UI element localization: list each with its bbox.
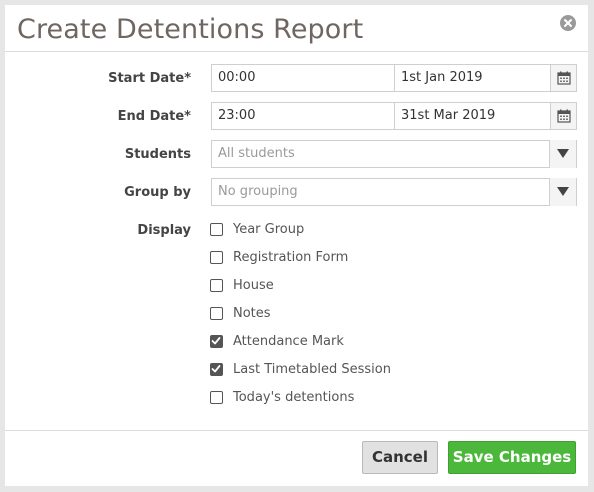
display-option-label: House [233, 278, 274, 293]
end-date-input[interactable]: 31st Mar 2019 [394, 102, 551, 130]
group-by-label: Group by [124, 185, 191, 200]
end-time-input[interactable]: 23:00 [211, 102, 395, 130]
checkmark-icon [211, 337, 221, 345]
checkmark-icon [211, 365, 221, 373]
students-label: Students [124, 147, 191, 162]
start-date-input[interactable]: 1st Jan 2019 [394, 64, 551, 92]
start-date-label: Start Date* [108, 71, 191, 86]
display-option-label: Registration Form [233, 250, 349, 265]
display-option-label: Last Timetabled Session [233, 362, 391, 377]
caret-down-icon [557, 187, 569, 196]
display-option-label: Notes [233, 306, 271, 321]
group-by-dropdown-toggle[interactable] [549, 178, 576, 206]
checkbox-unchecked[interactable] [210, 251, 223, 264]
save-changes-button[interactable]: Save Changes [448, 441, 576, 474]
students-select[interactable]: All students [211, 140, 577, 168]
display-label: Display [137, 223, 191, 238]
students-dropdown-toggle[interactable] [549, 140, 576, 168]
calendar-icon [557, 109, 571, 123]
end-date-label: End Date* [117, 109, 191, 124]
close-button[interactable] [560, 15, 576, 31]
create-detentions-report-dialog: Create Detentions Report Start Date* 00:… [5, 5, 588, 486]
dialog-title: Create Detentions Report [17, 14, 364, 45]
checkbox-unchecked[interactable] [210, 307, 223, 320]
end-date-calendar-button[interactable] [550, 102, 577, 130]
start-time-input[interactable]: 00:00 [211, 64, 395, 92]
close-circle-icon [564, 19, 572, 27]
display-option-label: Year Group [233, 222, 305, 237]
checkbox-checked[interactable] [210, 335, 223, 348]
calendar-icon [557, 71, 571, 85]
checkbox-checked[interactable] [210, 363, 223, 376]
group-by-select[interactable]: No grouping [211, 178, 577, 206]
display-option-label: Today's detentions [233, 390, 355, 405]
header-divider [5, 51, 588, 52]
checkbox-unchecked[interactable] [210, 391, 223, 404]
footer-divider [5, 430, 588, 431]
start-date-calendar-button[interactable] [550, 64, 577, 92]
cancel-button[interactable]: Cancel [362, 441, 438, 474]
display-option-label: Attendance Mark [233, 334, 344, 349]
students-select-value: All students [218, 146, 295, 161]
checkbox-unchecked[interactable] [210, 223, 223, 236]
checkbox-unchecked[interactable] [210, 279, 223, 292]
group-by-select-value: No grouping [218, 184, 298, 199]
caret-down-icon [557, 149, 569, 158]
